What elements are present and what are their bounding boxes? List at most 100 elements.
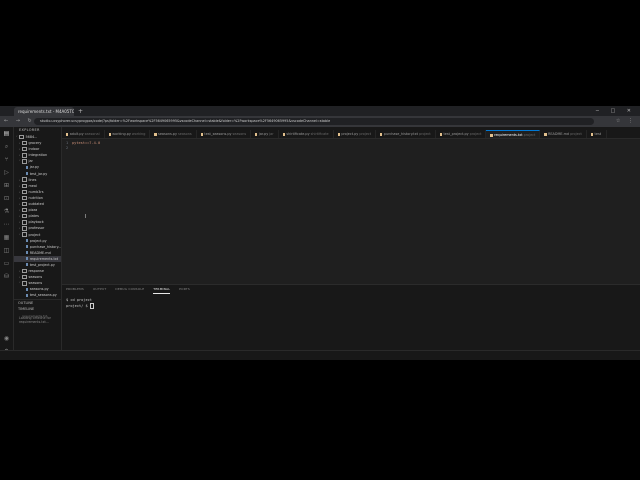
editor-tabs: adult.pyseasonal working.pyworking seasons…: [62, 130, 640, 139]
tree-item-label: test_project.py: [29, 262, 55, 267]
browser-tab[interactable]: requirements.txt - M4A05TO...: [14, 107, 74, 116]
editor-tab-label: jar.py: [258, 132, 269, 136]
editor-tab-label: adult.py: [69, 132, 84, 136]
line-text: pytest==7.4.0: [72, 141, 101, 145]
panel-tab[interactable]: PROBLEMS: [66, 285, 84, 294]
extensions-icon[interactable]: ⊞: [0, 179, 13, 192]
file-icon: [108, 132, 111, 136]
file-icon: [26, 245, 29, 249]
panel-tab[interactable]: OUTPUT: [93, 285, 106, 294]
panel-tab[interactable]: PORTS: [179, 285, 190, 294]
editor-tab[interactable]: project.pyproject: [334, 130, 377, 138]
search-icon[interactable]: ⌕: [0, 140, 13, 153]
editor-tab-hint: project: [469, 132, 482, 136]
file-icon: [26, 165, 29, 169]
folder-icon: [22, 189, 27, 195]
panel-tab[interactable]: DEBUG CONSOLE: [115, 285, 144, 294]
file-icon: [200, 132, 203, 136]
folder-icon: [22, 177, 27, 182]
explorer-header: EXPLORER: [19, 128, 40, 132]
outline-section[interactable]: OUTLINE: [14, 298, 61, 306]
editor-tab[interactable]: test: [587, 130, 608, 138]
testing-icon[interactable]: ⚗: [0, 205, 13, 218]
timeline-section[interactable]: TIMELINE requirements.txt: [14, 306, 61, 318]
tree-item-label: lines: [28, 177, 37, 182]
file-icon: [337, 132, 340, 136]
file-icon: [66, 132, 69, 136]
panel-tab[interactable]: TERMINAL: [153, 286, 171, 294]
book-icon[interactable]: ▭: [0, 257, 13, 270]
editor-tab-hint: project: [418, 132, 431, 136]
screen: requirements.txt - M4A05TO... + ─ □ ✕ ← …: [0, 106, 640, 360]
editor-tab-hint: project: [359, 132, 372, 136]
editor-tab[interactable]: test_project.pyproject: [436, 130, 487, 138]
editor-tab[interactable]: shirtificate.pyshirtificate: [279, 130, 334, 138]
file-icon: [26, 293, 29, 297]
editor-tab[interactable]: test_seasons.pyseasons: [197, 130, 252, 138]
editor-tab-hint: seasonal: [84, 132, 100, 136]
nav-buttons[interactable]: ← → ↻: [4, 116, 35, 127]
folder-icon: [22, 226, 27, 231]
terminal-line-2: project/ $: [66, 303, 640, 309]
editor-tab[interactable]: adult.pyseasonal: [62, 130, 105, 138]
editor-tab[interactable]: README.mdproject: [540, 130, 587, 138]
browser-toolbar: ← → ↻ studio.ucsyphorer.ucsyprogpos/code…: [0, 116, 640, 127]
folder-icon: [22, 207, 27, 213]
editor-tab-hint: working: [131, 132, 146, 136]
tree-item-label: outdated: [28, 202, 44, 207]
file-icon: [26, 287, 29, 291]
editor-tab-label: working.py: [112, 132, 131, 136]
editor-tab[interactable]: seasons.pyseasons: [150, 130, 197, 138]
chat-icon[interactable]: ◫: [0, 244, 13, 257]
more-icon[interactable]: ⋯: [0, 218, 13, 231]
editor-tab-label: requirements.txt: [494, 133, 523, 137]
code-line: 2: [66, 146, 72, 151]
editor-tab-label: README.md: [548, 132, 570, 136]
terminal-cursor: [89, 303, 94, 309]
tree-item-label: grocery: [28, 141, 42, 146]
tree-item-label: project: [28, 232, 41, 237]
folder-icon: [22, 268, 27, 274]
folder-icon: [22, 201, 27, 207]
tree-item-label: project.py: [29, 238, 47, 243]
editor-tab[interactable]: purchase_history.txtproject: [376, 130, 436, 138]
folder-icon: [22, 220, 27, 225]
files-icon[interactable]: ▤: [0, 127, 13, 140]
docker-icon[interactable]: ▦: [0, 231, 13, 244]
terminal[interactable]: $ cd project project/ $: [62, 298, 640, 309]
code-editor[interactable]: 1 pytest==7.4.0 2: [62, 139, 640, 284]
editor-tab[interactable]: jar.pyjar: [251, 130, 279, 138]
panel-tabs: PROBLEMS OUTPUT DEBUG CONSOLE TERMINAL PORTS: [62, 285, 640, 294]
remote-icon[interactable]: ⊡: [0, 192, 13, 205]
editor-tab-hint: seasons: [232, 132, 247, 136]
folder-icon: [22, 274, 27, 280]
folder-icon: [22, 140, 27, 146]
editor-tab-hint: shirtificate: [310, 132, 329, 136]
editor-tab[interactable]: requirements.txtproject: [486, 130, 541, 138]
new-tab-button[interactable]: +: [78, 107, 83, 116]
file-icon: [590, 132, 594, 136]
browser-toolbar-icons[interactable]: ☆ ⋮: [616, 116, 636, 127]
address-bar[interactable]: studio.ucsyphorer.ucsyprogpos/code/?ps/f…: [34, 118, 594, 125]
file-icon: [26, 263, 29, 267]
file-icon: [26, 251, 29, 255]
editor-tab-label: seasons.py: [158, 132, 177, 136]
tree-item-label: seasons.py: [29, 287, 49, 292]
source-control-icon[interactable]: ⑂: [0, 153, 13, 166]
tree-item-label: requirements.txt: [29, 256, 59, 261]
window-controls[interactable]: ─ □ ✕: [596, 106, 636, 116]
database-icon[interactable]: ⛁: [0, 270, 13, 283]
run-debug-icon[interactable]: ▷: [0, 166, 13, 179]
folder-icon: [22, 183, 27, 188]
account-icon[interactable]: ◉: [0, 332, 13, 345]
tree-item-label: numb3rs: [28, 189, 44, 194]
editor-tab[interactable]: working.pyworking: [105, 130, 151, 138]
editor-tab-hint: project: [523, 133, 536, 137]
explorer-sidebar: EXPLORER ˅ 5684... › grocery › indoor › integra…: [14, 127, 62, 360]
tree-item-label: integration: [28, 153, 48, 158]
file-icon: [544, 132, 547, 136]
folder-icon: [22, 232, 27, 237]
tree-item-label: test_seasons.py: [29, 293, 57, 298]
file-icon: [26, 239, 29, 243]
file-icon: [154, 132, 157, 136]
